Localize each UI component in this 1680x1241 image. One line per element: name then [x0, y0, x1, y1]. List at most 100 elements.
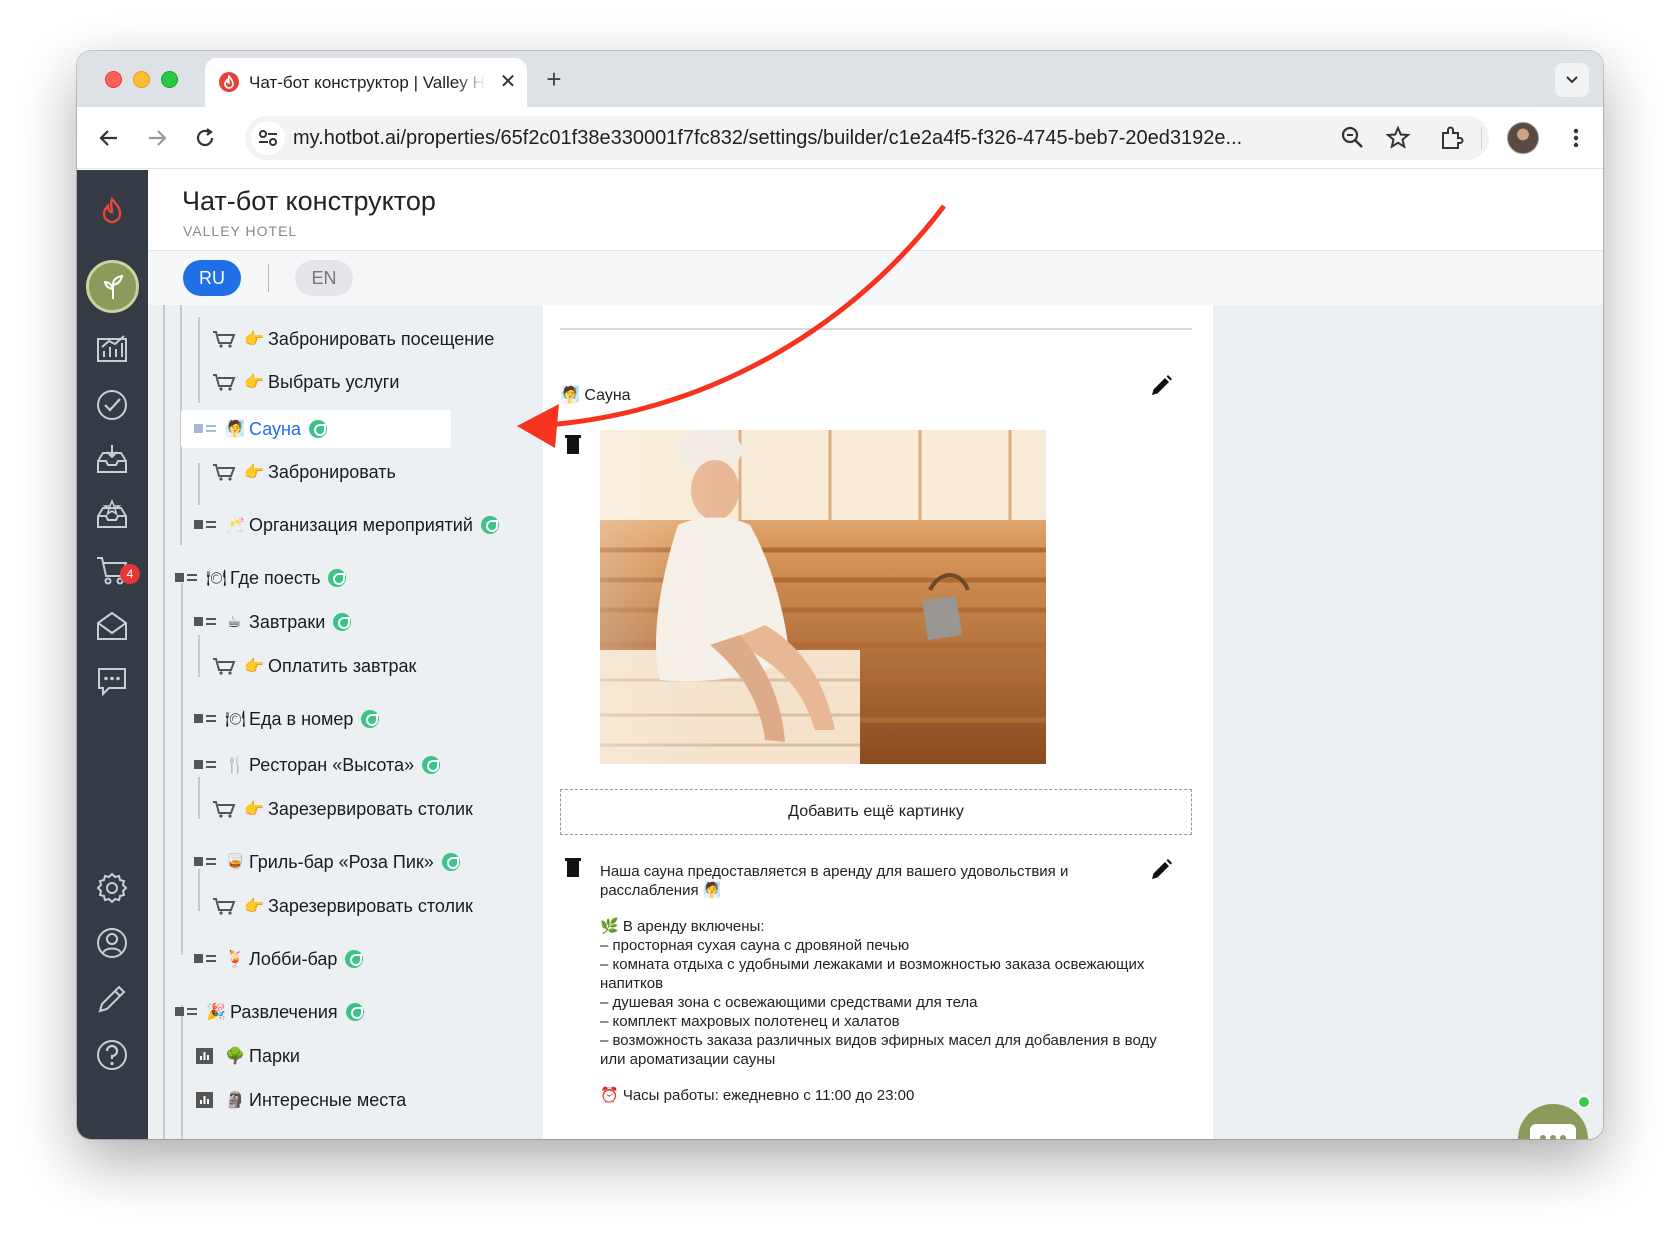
language-bar: RU EN: [148, 251, 1603, 305]
divider: [560, 328, 1192, 330]
tree-item-where-to-eat[interactable]: 🍽 Где поесть: [174, 559, 347, 597]
toolbar-divider: [1481, 127, 1482, 149]
profile-nav-item[interactable]: [89, 920, 135, 966]
page-subtitle: VALLEY HOTEL: [183, 223, 298, 239]
analytics-nav-item[interactable]: [89, 325, 135, 371]
delete-text-trash-icon[interactable]: [564, 857, 582, 879]
leaf-badge-icon: [345, 1003, 364, 1021]
cart-icon: [212, 463, 236, 481]
included-heading: 🌿 В аренду включены:: [600, 918, 765, 935]
tree-item-grill-bar[interactable]: 🥃 Гриль-бар «Роза Пик»: [193, 843, 460, 881]
tree-item-reserve-table[interactable]: 👉 Зарезервировать столик: [212, 790, 473, 828]
tree-item-breakfasts[interactable]: ☕ Завтраки: [193, 603, 352, 641]
tree-guide: [198, 463, 200, 505]
leaf-badge-icon: [308, 420, 327, 438]
tree-guide: [163, 305, 165, 1139]
tree-item-events[interactable]: 🥂 Организация мероприятий: [193, 506, 499, 544]
tree-guide: [198, 635, 200, 677]
tree-item-room-service[interactable]: 🍽 Еда в номер: [193, 700, 380, 738]
leaf-badge-icon: [361, 710, 380, 728]
browser-tab[interactable]: Чат-бот конструктор | Valley Hotel ✕: [205, 58, 527, 107]
tab-strip: Чат-бот конструктор | Valley Hotel ✕ +: [77, 51, 1603, 107]
tree-item-pay-breakfast[interactable]: 👉 Оплатить завтрак: [212, 647, 416, 685]
included-item: – возможность заказа различных видов эфи…: [600, 1032, 1157, 1068]
forward-button[interactable]: [141, 122, 173, 154]
tab-title: Чат-бот конструктор | Valley Hotel: [249, 73, 485, 92]
menu-button[interactable]: [1560, 122, 1592, 154]
help-nav-item[interactable]: [89, 1032, 135, 1078]
bar-chart-icon: [193, 1047, 217, 1065]
kebab-menu-icon: [1573, 128, 1579, 148]
leaf-badge-icon: [441, 853, 460, 871]
delete-image-trash-icon[interactable]: [564, 434, 582, 456]
sprout-icon: [103, 274, 124, 299]
close-tab-icon[interactable]: ✕: [497, 71, 519, 93]
lang-en-button[interactable]: EN: [295, 260, 353, 296]
flame-icon: [219, 72, 239, 92]
edit-nav-item[interactable]: [89, 976, 135, 1022]
maximize-window-button[interactable]: [161, 71, 178, 88]
check-circle-icon: [97, 390, 127, 420]
minimize-window-button[interactable]: [133, 71, 150, 88]
cart-icon: [212, 330, 236, 348]
star-icon[interactable]: [1385, 125, 1411, 151]
tree-guide: [181, 583, 183, 955]
logo-flame-icon[interactable]: [89, 188, 135, 234]
included-item: – комплект махровых полотенец и халатов: [600, 1013, 900, 1030]
tasks-nav-item[interactable]: [89, 382, 135, 428]
edit-title-pencil-icon[interactable]: [1148, 373, 1174, 399]
description-text: Наша сауна предоставляется в аренду для …: [600, 862, 1160, 1105]
back-button[interactable]: [93, 122, 125, 154]
reload-button[interactable]: [189, 122, 221, 154]
arrow-left-icon: [99, 130, 117, 146]
mail-upload-icon: [97, 611, 127, 640]
star-box-icon: [97, 498, 127, 528]
zoom-icon[interactable]: [1340, 125, 1366, 151]
address-bar[interactable]: my.hotbot.ai/properties/65f2c01f38e33000…: [245, 116, 1489, 160]
add-image-button[interactable]: Добавить ещё картинку: [560, 789, 1192, 835]
tree-item-interesting-places[interactable]: 🗿 Интересные места: [193, 1081, 406, 1119]
leaf-badge-icon: [333, 613, 352, 631]
chart-icon: [97, 335, 127, 362]
tree-item-parks[interactable]: 🌳 Парки: [193, 1037, 300, 1075]
close-window-button[interactable]: [105, 71, 122, 88]
bot-tree: 👉 Забронировать посещение 👉 Выбрать услуги…: [148, 305, 518, 1139]
reviews-nav-item[interactable]: [89, 492, 135, 538]
chat-bubble-icon: [1530, 1124, 1576, 1139]
leaf-badge-icon: [480, 516, 499, 534]
cart-icon: [212, 897, 236, 915]
card-list-icon: [193, 756, 217, 774]
tree-item-sauna[interactable]: 🧖 Сауна: [181, 410, 451, 448]
leaf-badge-icon: [328, 569, 347, 587]
tree-item-lobby-bar[interactable]: 🍹 Лобби-бар: [193, 940, 364, 978]
card-list-icon: [193, 613, 217, 631]
inbox-nav-item[interactable]: [89, 437, 135, 483]
tree-item-reserve-table-2[interactable]: 👉 Зарезервировать столик: [212, 887, 473, 925]
tree-item-book[interactable]: 👉 Забронировать: [212, 453, 396, 491]
sauna-photo: [600, 430, 1046, 764]
tree-item-choose-services[interactable]: 👉 Выбрать услуги: [212, 363, 399, 401]
cart-icon: [212, 373, 236, 391]
chats-nav-item[interactable]: [89, 658, 135, 704]
chat-launcher-button[interactable]: [1518, 1104, 1588, 1139]
settings-nav-item[interactable]: [89, 865, 135, 911]
tab-search-button[interactable]: [1555, 63, 1589, 97]
tree-item-book-visit[interactable]: 👉 Забронировать посещение: [212, 320, 494, 358]
included-item: – душевая зона с освежающими средствами …: [600, 994, 978, 1011]
online-status-dot: [1577, 1095, 1591, 1109]
profile-avatar[interactable]: [1507, 122, 1539, 154]
lang-ru-button[interactable]: RU: [183, 260, 241, 296]
new-tab-button[interactable]: +: [539, 65, 569, 95]
builder-nav-item[interactable]: [86, 260, 139, 313]
tree-guide: [198, 317, 200, 403]
card-list-icon: [193, 420, 217, 438]
tree-item-entertainment[interactable]: 🎉 Развлечения: [174, 993, 364, 1031]
mailing-nav-item[interactable]: [89, 603, 135, 649]
site-settings-icon[interactable]: [251, 121, 285, 155]
included-item: – просторная сухая сауна с дровяной печь…: [600, 937, 910, 954]
extensions-button[interactable]: [1434, 122, 1466, 154]
tree-item-restaurant-vysota[interactable]: 🍴 Ресторан «Высота»: [193, 746, 441, 784]
page-header: Чат-бот конструктор VALLEY HOTEL: [148, 170, 1603, 251]
bar-chart-icon: [193, 1091, 217, 1109]
puzzle-icon: [1442, 126, 1464, 149]
